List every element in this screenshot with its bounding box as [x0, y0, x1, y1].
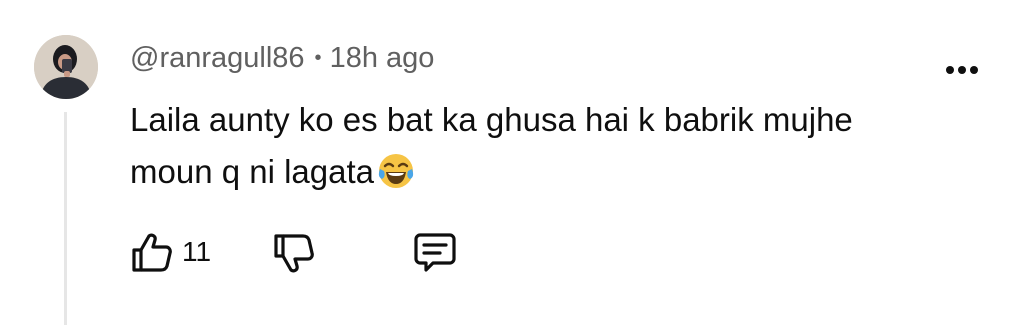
comment-meta: @ranragull86 • 18h ago	[130, 40, 434, 76]
comment-body: Laila aunty ko es bat ka ghusa hai k bab…	[130, 94, 930, 198]
reply-comment-icon	[414, 233, 456, 272]
meta-separator: •	[314, 46, 322, 69]
dislike-button[interactable]	[272, 228, 316, 276]
more-options-button[interactable]	[938, 52, 986, 84]
like-button[interactable]: 11	[130, 228, 211, 276]
comment-timestamp[interactable]: 18h ago	[330, 42, 435, 75]
face-with-tears-of-joy-icon	[378, 154, 414, 188]
reply-button[interactable]	[412, 228, 458, 276]
like-count: 11	[182, 236, 212, 267]
thread-line	[64, 112, 67, 325]
avatar-image	[34, 35, 98, 99]
author-handle[interactable]: @ranragull86	[130, 42, 305, 75]
thumbs-up-icon	[132, 233, 172, 272]
comment-card: @ranragull86 • 18h ago Laila aunty ko es…	[0, 0, 1024, 325]
comment-text: Laila aunty ko es bat ka ghusa hai k bab…	[130, 101, 853, 190]
more-vertical-dots-icon	[946, 66, 978, 74]
avatar[interactable]	[34, 35, 98, 99]
thumbs-down-icon	[274, 234, 314, 273]
